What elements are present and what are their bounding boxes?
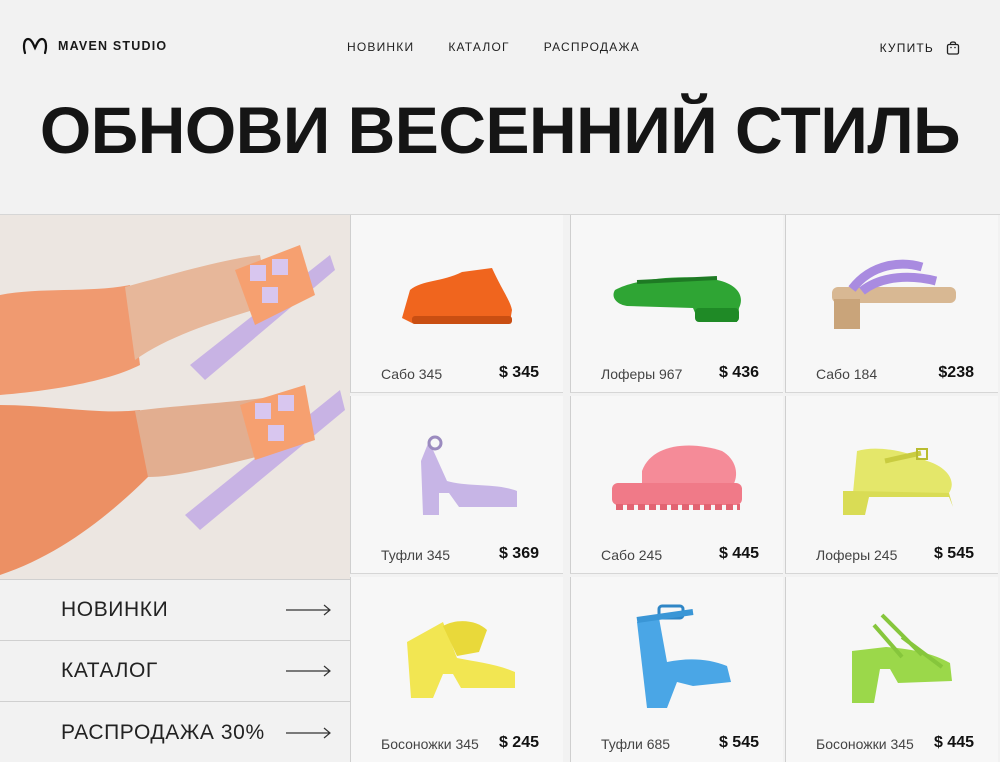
- product-price: $ 445: [718, 545, 759, 562]
- product-image: [786, 225, 998, 365]
- product-name: Сабо 345: [381, 366, 443, 382]
- product-image: [351, 406, 563, 546]
- buy-label: КУПИТЬ: [879, 40, 934, 55]
- main-nav: НОВИНКИ КАТАЛОГ РАСПРОДАЖА: [347, 40, 640, 54]
- product-name: Туфли 685: [601, 736, 671, 752]
- brand-logo[interactable]: MAVEN STUDIO: [22, 36, 167, 56]
- side-link-label: НОВИНКИ: [61, 598, 169, 621]
- arrow-right-icon: [286, 727, 331, 738]
- product-name: Туфли 345: [381, 547, 451, 563]
- product-card[interactable]: Босоножки 345 $ 245: [350, 577, 563, 762]
- product-card[interactable]: Босоножки 345 $ 445: [785, 577, 998, 762]
- nav-item-new[interactable]: НОВИНКИ: [347, 40, 414, 54]
- hero-photo: [0, 215, 350, 579]
- infinity-loop-icon: [22, 37, 48, 55]
- product-image: [786, 587, 998, 727]
- side-link-sale[interactable]: РАСПРОДАЖА 30%: [0, 701, 350, 762]
- product-card[interactable]: Туфли 685 $ 545: [570, 577, 783, 762]
- product-price: $ 545: [933, 545, 974, 562]
- nav-item-sale[interactable]: РАСПРОДАЖА: [544, 40, 640, 54]
- product-card[interactable]: Сабо 245 $ 445: [570, 396, 783, 574]
- product-grid-area: НОВИНКИ КАТАЛОГ РАСПРОДАЖА 30% Сабо 345 …: [0, 214, 1000, 762]
- product-image: [351, 587, 563, 727]
- product-name: Босоножки 345: [381, 736, 479, 752]
- product-card[interactable]: Туфли 345 $ 369: [350, 396, 563, 574]
- side-links: НОВИНКИ КАТАЛОГ РАСПРОДАЖА 30%: [0, 579, 350, 762]
- product-name: Лоферы 967: [601, 366, 683, 382]
- product-card[interactable]: Лоферы 245 $ 545: [785, 396, 998, 574]
- product-name: Сабо 245: [601, 547, 663, 563]
- product-image: [786, 406, 998, 546]
- buy-button[interactable]: КУПИТЬ: [880, 40, 960, 55]
- side-link-label: РАСПРОДАЖА 30%: [61, 720, 265, 744]
- product-image: [351, 225, 563, 365]
- product-price: $ 436: [718, 364, 759, 381]
- product-price: $ 445: [933, 734, 974, 751]
- product-image: [571, 587, 783, 727]
- product-price: $ 545: [718, 734, 759, 751]
- brand-name: MAVEN STUDIO: [58, 39, 168, 53]
- product-name: Босоножки 345: [816, 736, 914, 752]
- hero-title: ОБНОВИ ВЕСЕННИЙ СТИЛЬ: [39, 93, 961, 167]
- shopping-bag-icon: [946, 41, 960, 55]
- product-card[interactable]: Сабо 184 $238: [785, 215, 998, 393]
- product-card[interactable]: Сабо 345 $ 345: [350, 215, 563, 393]
- product-name: Лоферы 245: [816, 547, 898, 563]
- product-image: [571, 406, 783, 546]
- product-price: $ 369: [498, 545, 539, 562]
- arrow-right-icon: [286, 604, 331, 616]
- side-link-catalog[interactable]: КАТАЛОГ: [0, 640, 350, 701]
- product-name: Сабо 184: [816, 366, 878, 382]
- product-price: $238: [938, 364, 974, 381]
- product-image: [571, 225, 783, 365]
- product-price: $ 345: [498, 364, 539, 381]
- arrow-right-icon: [286, 665, 331, 677]
- side-link-label: КАТАЛОГ: [61, 659, 158, 682]
- side-link-new[interactable]: НОВИНКИ: [0, 579, 350, 640]
- site-header: MAVEN STUDIO НОВИНКИ КАТАЛОГ РАСПРОДАЖА …: [0, 0, 1000, 96]
- nav-item-catalog[interactable]: КАТАЛОГ: [448, 40, 509, 54]
- product-card[interactable]: Лоферы 967 $ 436: [570, 215, 783, 393]
- product-price: $ 245: [498, 734, 539, 751]
